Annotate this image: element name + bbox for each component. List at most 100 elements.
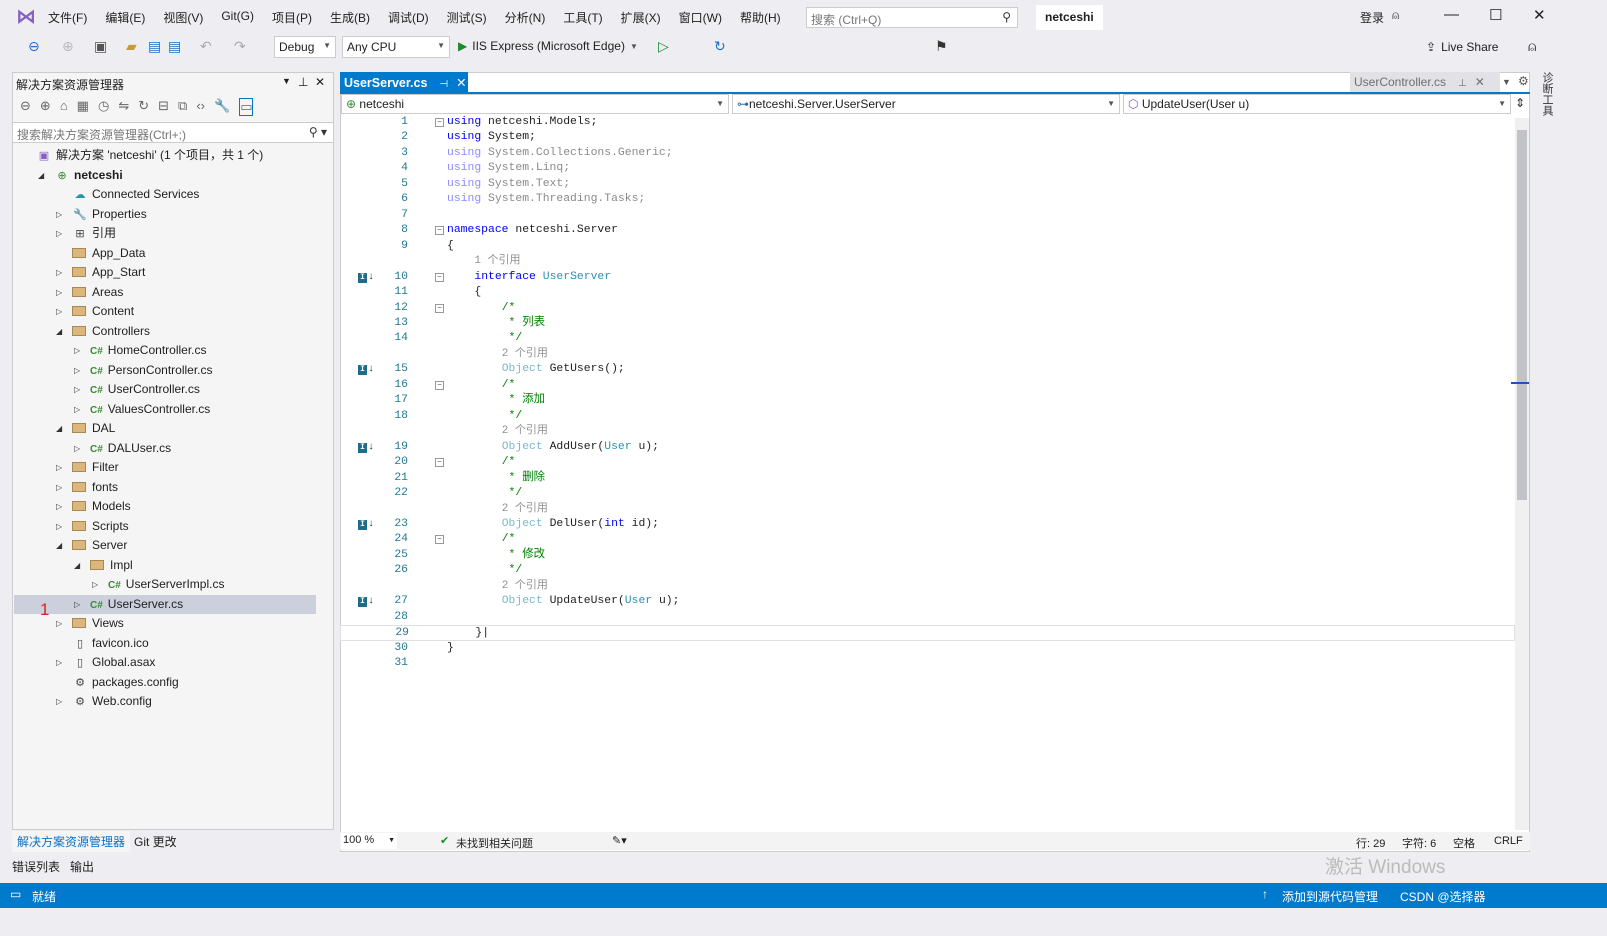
tree-item[interactable]: ◢ Server <box>14 536 316 555</box>
save-all-icon[interactable]: ▤ <box>168 38 181 55</box>
tree-item[interactable]: ▷ Filter <box>14 458 316 477</box>
back-icon[interactable]: ⊖ <box>28 38 40 55</box>
home-icon[interactable]: ⌂ <box>60 98 68 116</box>
scrollbar-thumb[interactable] <box>1517 130 1527 500</box>
diagnostic-tools-tab[interactable]: 诊断工具 <box>1535 72 1555 132</box>
expand-arrow-icon[interactable]: ▷ <box>74 439 84 458</box>
refresh-icon[interactable]: ↻ <box>714 38 726 55</box>
tree-item[interactable]: ▷ ⊞ 引用 <box>14 224 316 243</box>
tab-userserver[interactable]: UserServer.cs ⊣ ✕ <box>340 72 468 93</box>
pending-changes-icon[interactable]: ◷ <box>98 98 109 116</box>
collapse-region-icon[interactable]: − <box>435 535 444 545</box>
collapse-arrow-icon[interactable]: ◢ <box>56 322 66 341</box>
line-indicator[interactable]: 行: 29 <box>1356 835 1385 851</box>
spacing-indicator[interactable]: 空格 <box>1453 835 1475 851</box>
code-icon[interactable]: ‹› <box>196 98 205 116</box>
collapse-arrow-icon[interactable]: ◢ <box>38 166 48 185</box>
menu-item[interactable]: 工具(T) <box>563 9 612 26</box>
expand-arrow-icon[interactable]: ▷ <box>56 478 66 497</box>
collapse-region-icon[interactable]: − <box>435 458 444 468</box>
new-project-icon[interactable]: ▣ <box>94 38 107 55</box>
tree-item[interactable]: ▷ C# UserController.cs <box>14 380 316 399</box>
collapse-region-icon[interactable]: − <box>435 226 444 236</box>
menu-item[interactable]: 编辑(E) <box>105 9 155 26</box>
settings-icon[interactable]: ⚙ <box>1518 74 1529 88</box>
code-area[interactable]: 1− using netceshi.Models; 2 using System; 3 u… <box>340 115 1515 830</box>
expand-arrow-icon[interactable]: ▷ <box>56 205 66 224</box>
back-icon[interactable]: ⊖ <box>20 98 31 116</box>
expand-arrow-icon[interactable]: ▷ <box>56 614 66 633</box>
expand-arrow-icon[interactable]: ▷ <box>56 497 66 516</box>
tree-item[interactable]: ▷ C# DALUser.cs <box>14 439 316 458</box>
tree-item[interactable]: ◢ DAL <box>14 419 316 438</box>
close-tab-icon[interactable]: ✕ <box>1475 75 1485 89</box>
tab-list-icon[interactable]: ▼ <box>1502 77 1511 87</box>
menu-item[interactable]: 项目(P) <box>272 9 322 26</box>
expand-arrow-icon[interactable]: ▷ <box>74 380 84 399</box>
live-share-button[interactable]: ⇪ Live Share <box>1426 40 1498 54</box>
collapse-all-icon[interactable]: ⊟ <box>158 98 169 116</box>
expand-arrow-icon[interactable]: ▷ <box>56 302 66 321</box>
open-icon[interactable]: ▰ <box>126 38 137 55</box>
type-nav-select[interactable]: ⊶netceshi.Server.UserServer ▼ <box>732 94 1120 114</box>
tree-item[interactable]: ▷ C# PersonController.cs <box>14 361 316 380</box>
expand-arrow-icon[interactable]: ▷ <box>56 458 66 477</box>
implementation-marker-icon[interactable]: I <box>358 597 367 608</box>
preview-icon[interactable]: ▭ <box>239 98 254 116</box>
tree-item[interactable]: ▷ App_Start <box>14 263 316 282</box>
tree-item[interactable]: ▷ Models <box>14 497 316 516</box>
tree-item[interactable]: App_Data <box>14 244 316 263</box>
tree-item[interactable]: ▷ fonts <box>14 478 316 497</box>
tree-item[interactable]: ◢ Impl <box>14 556 316 575</box>
implementation-marker-icon[interactable]: I <box>358 272 367 283</box>
codelens[interactable]: 2 个引用 <box>340 502 1515 517</box>
menu-item[interactable]: Git(G) <box>221 9 264 26</box>
tree-item[interactable]: ▷ C# HomeController.cs <box>14 341 316 360</box>
tree-item[interactable]: ▷ C# UserServer.cs <box>14 594 316 614</box>
tree-item[interactable]: ▷ C# ValuesController.cs <box>14 400 316 419</box>
minimize-button[interactable]: — <box>1444 6 1459 23</box>
implementation-marker-icon[interactable]: I <box>358 442 367 453</box>
codelens[interactable]: 1 个引用 <box>340 254 1515 269</box>
close-tab-icon[interactable]: ✕ <box>456 76 466 90</box>
sync-icon[interactable]: ⇋ <box>118 98 129 116</box>
collapse-region-icon[interactable]: − <box>435 303 444 313</box>
switch-view-icon[interactable]: ▦ <box>77 98 89 116</box>
expand-arrow-icon[interactable]: ▷ <box>56 653 66 672</box>
menu-item[interactable]: 窗口(W) <box>679 9 732 26</box>
tree-item[interactable]: ▷ C# UserServerImpl.cs <box>14 575 316 594</box>
tree-item[interactable]: ▷ Scripts <box>14 517 316 536</box>
codelens[interactable]: 2 个引用 <box>340 579 1515 594</box>
menu-item[interactable]: 生成(B) <box>330 9 380 26</box>
menu-item[interactable]: 文件(F) <box>48 9 97 26</box>
tab-usercontroller[interactable]: UserController.cs ⊥ ✕ <box>1350 72 1500 92</box>
forward-icon[interactable]: ⊕ <box>40 98 51 116</box>
forward-icon[interactable]: ⊕ <box>62 38 74 55</box>
expand-arrow-icon[interactable]: ▷ <box>56 263 66 282</box>
close-button[interactable]: ✕ <box>1533 6 1546 24</box>
expand-arrow-icon[interactable]: ▷ <box>56 692 66 711</box>
implementation-marker-icon[interactable]: I <box>358 365 367 376</box>
tree-item[interactable]: ▷ ▯ Global.asax <box>14 653 316 672</box>
tree-item[interactable]: ▷ Views <box>14 614 316 633</box>
expand-arrow-icon[interactable]: ▷ <box>74 595 84 614</box>
cleanup-icon[interactable]: ✎▾ <box>612 834 627 847</box>
platform-select[interactable]: Any CPU ▼ <box>342 36 450 58</box>
menu-item[interactable]: 调试(D) <box>388 9 439 26</box>
tab-solution-explorer[interactable]: 解决方案资源管理器 <box>12 831 131 852</box>
tree-item[interactable]: ☁ Connected Services <box>14 185 316 204</box>
menu-item[interactable]: 扩展(X) <box>621 9 671 26</box>
member-nav-select[interactable]: ⬡ UpdateUser(User u) ▼ <box>1123 94 1511 114</box>
solution-search-input[interactable]: 搜索解决方案资源管理器(Ctrl+;) ⚲ ▾ <box>12 122 334 143</box>
collapse-region-icon[interactable]: − <box>435 380 444 390</box>
tree-item[interactable]: ▣ 解决方案 'netceshi' (1 个项目，共 1 个) <box>14 146 316 165</box>
run-button[interactable]: ▶ IIS Express (Microsoft Edge) ▼ <box>458 39 638 53</box>
collapse-region-icon[interactable]: − <box>435 118 444 127</box>
split-icon[interactable]: ⇕ <box>1515 96 1525 110</box>
tab-output[interactable]: 输出 <box>70 858 94 875</box>
redo-icon[interactable]: ↷ <box>234 38 246 55</box>
collapse-region-icon[interactable]: − <box>435 272 444 282</box>
properties-icon[interactable]: 🔧 <box>214 98 230 116</box>
tree-item[interactable]: ▷ Content <box>14 302 316 321</box>
show-all-files-icon[interactable]: ⧉ <box>178 98 187 116</box>
